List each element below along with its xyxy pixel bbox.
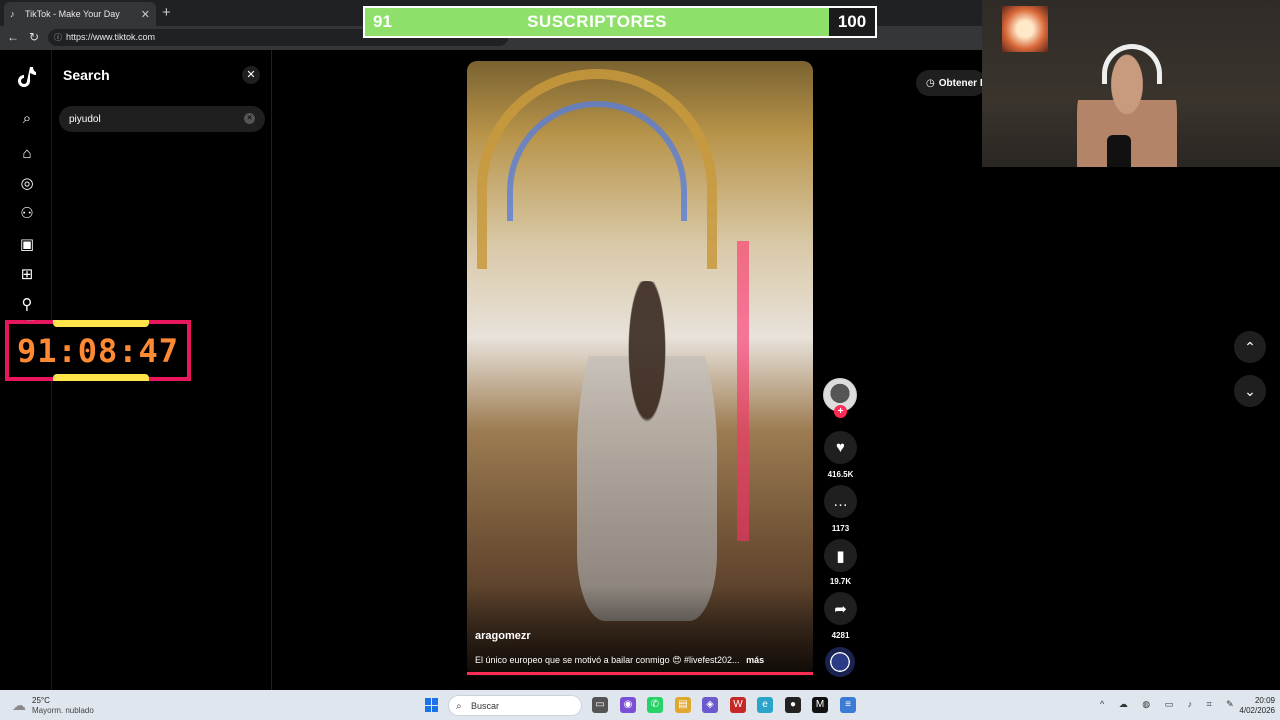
next-video-button[interactable]: ⌄ (1234, 375, 1266, 407)
bookmark-icon: ▮ (836, 547, 845, 565)
app-dark-icon[interactable]: M (812, 697, 828, 713)
music-disc-icon[interactable] (825, 647, 855, 677)
reload-button[interactable]: ↻ (29, 30, 39, 44)
like-count: 416.5K (827, 470, 854, 479)
more-dots: ... (27, 313, 35, 323)
new-tab-button[interactable]: + (162, 4, 171, 21)
url-text: https://www.tiktok.com (66, 32, 156, 42)
tab-close-icon[interactable]: ✕ (141, 8, 150, 21)
taskbar-search[interactable]: ⌕ Buscar (448, 695, 582, 716)
subscriber-goal-bar: 91 SUSCRIPTORES 100 (363, 6, 877, 38)
tab-title: TikTok - Make Your Day (25, 9, 120, 19)
video-dancer (577, 281, 717, 621)
clear-search-icon[interactable]: ✕ (244, 113, 255, 124)
webcam-overlay (982, 0, 1280, 167)
chevron-up-icon: ⌃ (1244, 338, 1256, 355)
edge-icon[interactable]: e (757, 697, 773, 713)
caption-more-link[interactable]: más (746, 655, 764, 665)
file-explorer-icon[interactable]: ▤ (675, 697, 691, 713)
weather-temperature[interactable]: 25°C (32, 696, 50, 705)
whatsapp-icon[interactable]: ✆ (647, 697, 663, 713)
webcam-microphone (1107, 135, 1131, 167)
search-panel-title: Search (63, 67, 110, 83)
like-button[interactable]: ♥ (824, 431, 857, 464)
sidebar-following-icon[interactable]: ⚇ (16, 202, 38, 224)
subscriber-goal: 100 (829, 8, 875, 36)
video-caption: El único europeo que se motivó a bailar … (475, 655, 805, 666)
share-count: 4281 (831, 631, 850, 640)
get-app-label: Obtener I (938, 77, 983, 89)
follow-button[interactable]: + (834, 405, 847, 418)
back-button[interactable]: ← (7, 30, 19, 44)
browser-tab[interactable]: ♪ TikTok - Make Your Day ✕ (4, 2, 156, 26)
discord-icon[interactable]: ◉ (620, 697, 636, 713)
obs-icon[interactable]: ● (785, 697, 801, 713)
timer-text: 91:08:47 (16, 332, 180, 370)
subscriber-count: 91 (373, 12, 392, 31)
caption-text: El único europeo que se motivó a bailar … (475, 655, 740, 665)
get-app-button[interactable]: ◷ Obtener I (916, 70, 986, 96)
share-button[interactable]: ➦ (824, 592, 857, 625)
video-username[interactable]: aragomezr (475, 630, 531, 642)
save-button[interactable]: ▮ (824, 539, 857, 572)
video-pink-light (737, 241, 749, 541)
sidebar-explore-icon[interactable]: ◎ (16, 172, 38, 194)
video-progress-fill (467, 672, 813, 675)
sidebar-search-icon[interactable]: ⌕ (16, 107, 38, 129)
comment-button[interactable]: … (824, 485, 857, 518)
timer-decor-top (53, 320, 149, 327)
sidebar-upload-icon[interactable]: ⊞ (16, 263, 38, 285)
comment-count: 1173 (831, 524, 850, 533)
share-icon: ➦ (834, 600, 847, 618)
app-red-icon[interactable]: W (730, 697, 746, 713)
taskbar-search-label: Buscar (471, 701, 500, 711)
chevron-down-icon: ⌄ (1244, 382, 1256, 399)
tiktok-favicon-icon: ♪ (10, 9, 15, 19)
save-count: 19.7K (829, 577, 852, 586)
search-icon: ⌕ (456, 701, 462, 712)
sidebar-profile-icon[interactable]: ⚲ (16, 293, 38, 315)
video-progress-bar[interactable] (467, 672, 813, 675)
subscriber-progress-fill: 91 SUSCRIPTORES (365, 8, 829, 36)
subscriber-label: SUSCRIPTORES (527, 12, 667, 31)
app-icon: ◷ (926, 77, 935, 89)
clock-time[interactable]: 20:09 (1243, 696, 1275, 705)
taskbar (0, 690, 1280, 720)
app-icon[interactable]: ◈ (702, 697, 718, 713)
heart-icon: ♥ (836, 439, 845, 456)
stream-timer: ... 91:08:47 (5, 313, 191, 381)
search-input[interactable] (59, 106, 265, 132)
weather-description[interactable]: Mayorm. nublado (32, 706, 94, 715)
weather-cloud-icon[interactable]: ☁ (12, 697, 26, 714)
notepad-icon[interactable]: ≡ (840, 697, 856, 713)
system-tray-icons[interactable]: ^ ☁ ◍ ▭ ♪ ⌗ ✎ (1100, 699, 1240, 710)
video-player[interactable] (467, 61, 813, 676)
timer-decor-bottom (53, 374, 149, 381)
tiktok-logo-icon[interactable] (16, 66, 38, 88)
site-info-icon[interactable]: ⓘ (54, 29, 62, 46)
task-view-icon[interactable]: ▭ (592, 697, 608, 713)
comment-icon: … (833, 493, 848, 510)
start-button[interactable] (425, 698, 439, 712)
sidebar-home-icon[interactable]: ⌂ (16, 142, 38, 164)
sidebar-live-icon[interactable]: ▣ (16, 233, 38, 255)
webcam-tv (1002, 6, 1048, 52)
close-search-icon[interactable]: ✕ (242, 66, 260, 84)
previous-video-button[interactable]: ⌃ (1234, 331, 1266, 363)
clock-date[interactable]: 4/02/2026 (1227, 706, 1275, 715)
